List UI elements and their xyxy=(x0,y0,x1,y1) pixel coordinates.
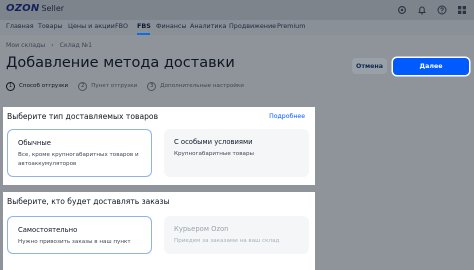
option-description: Все, кроме крупногабаритных товаров и ав… xyxy=(18,152,139,167)
step-number: 1 xyxy=(6,81,15,91)
option-self-delivery[interactable]: Самостоятельно Нужно привозить заказы в … xyxy=(7,216,152,254)
cancel-button[interactable]: Отмена xyxy=(352,58,387,74)
option-ozon-courier: Курьером Ozon Приедем за заказами на ваш… xyxy=(164,216,309,254)
step-additional-settings[interactable]: 3 Дополнительные настройки xyxy=(147,81,244,91)
page-title: Добавление метода доставки xyxy=(6,55,235,71)
goods-type-card: Выберите тип доставляемых товаров Подроб… xyxy=(3,107,315,185)
top-bar: OZON Seller xyxy=(0,0,474,20)
step-shipping-method[interactable]: 1 Способ отгрузки xyxy=(6,81,69,91)
nav-item-fbs[interactable]: FBS xyxy=(137,22,151,30)
breadcrumb-warehouses[interactable]: Мои склады xyxy=(6,42,45,49)
option-description: Нужно привозить заказы в наш пункт xyxy=(18,239,131,245)
step-shipping-point[interactable]: 2 Пункт отгрузки xyxy=(78,81,138,91)
main-nav: Главная Товары Цены и акции FBO FBS Фина… xyxy=(0,20,474,35)
nav-item-premium[interactable]: Premium xyxy=(277,22,305,30)
step-label: Дополнительные настройки xyxy=(160,83,244,89)
goods-type-title: Выберите тип доставляемых товаров xyxy=(7,112,159,121)
nav-item-finance[interactable]: Финансы xyxy=(156,22,187,30)
option-title: С особыми условиями xyxy=(174,138,253,146)
apps-icon[interactable] xyxy=(456,4,468,16)
step-label: Пункт отгрузки xyxy=(91,83,138,89)
option-title: Самостоятельно xyxy=(18,226,78,234)
logo-sub-text: Seller xyxy=(41,4,65,13)
delivery-card: Выберите, кто будет доставлять заказы Са… xyxy=(3,192,315,270)
breadcrumb-warehouse-1[interactable]: Склад №1 xyxy=(60,42,92,49)
bell-icon[interactable] xyxy=(416,4,428,16)
breadcrumb: Мои склады › Склад №1 xyxy=(6,42,92,49)
step-number: 2 xyxy=(78,81,88,91)
option-title: Курьером Ozon xyxy=(174,225,229,233)
option-title: Обычные xyxy=(18,139,51,147)
nav-item-home[interactable]: Главная xyxy=(6,22,34,30)
logo-main-text: OZON xyxy=(6,3,40,14)
option-description: Приедем за заказами на ваш склад xyxy=(174,238,280,244)
nav-item-analytics[interactable]: Аналитика xyxy=(190,22,226,30)
nav-item-prices[interactable]: Цены и акции xyxy=(68,22,115,30)
top-icons xyxy=(396,4,468,16)
help-icon[interactable] xyxy=(436,4,448,16)
option-description: Крупногабаритные товары xyxy=(174,151,254,157)
nav-item-products[interactable]: Товары xyxy=(38,22,63,30)
step-label: Способ отгрузки xyxy=(19,83,69,89)
breadcrumb-separator: › xyxy=(51,42,54,49)
nav-item-fbo[interactable]: FBO xyxy=(115,22,128,30)
option-special-conditions[interactable]: С особыми условиями Крупногабаритные тов… xyxy=(164,129,309,177)
nav-active-indicator xyxy=(137,33,150,35)
next-button[interactable]: Далее xyxy=(393,58,469,75)
more-info-link[interactable]: Подробнее xyxy=(269,113,305,120)
nav-item-promotion[interactable]: Продвижение xyxy=(229,22,276,30)
stepper: 1 Способ отгрузки 2 Пункт отгрузки 3 Доп… xyxy=(6,81,254,91)
ozon-seller-logo[interactable]: OZON Seller xyxy=(6,3,64,17)
settings-icon[interactable] xyxy=(396,4,408,16)
delivery-title: Выберите, кто будет доставлять заказы xyxy=(7,197,170,206)
step-number: 3 xyxy=(147,81,157,91)
option-regular-goods[interactable]: Обычные Все, кроме крупногабаритных това… xyxy=(7,129,152,177)
